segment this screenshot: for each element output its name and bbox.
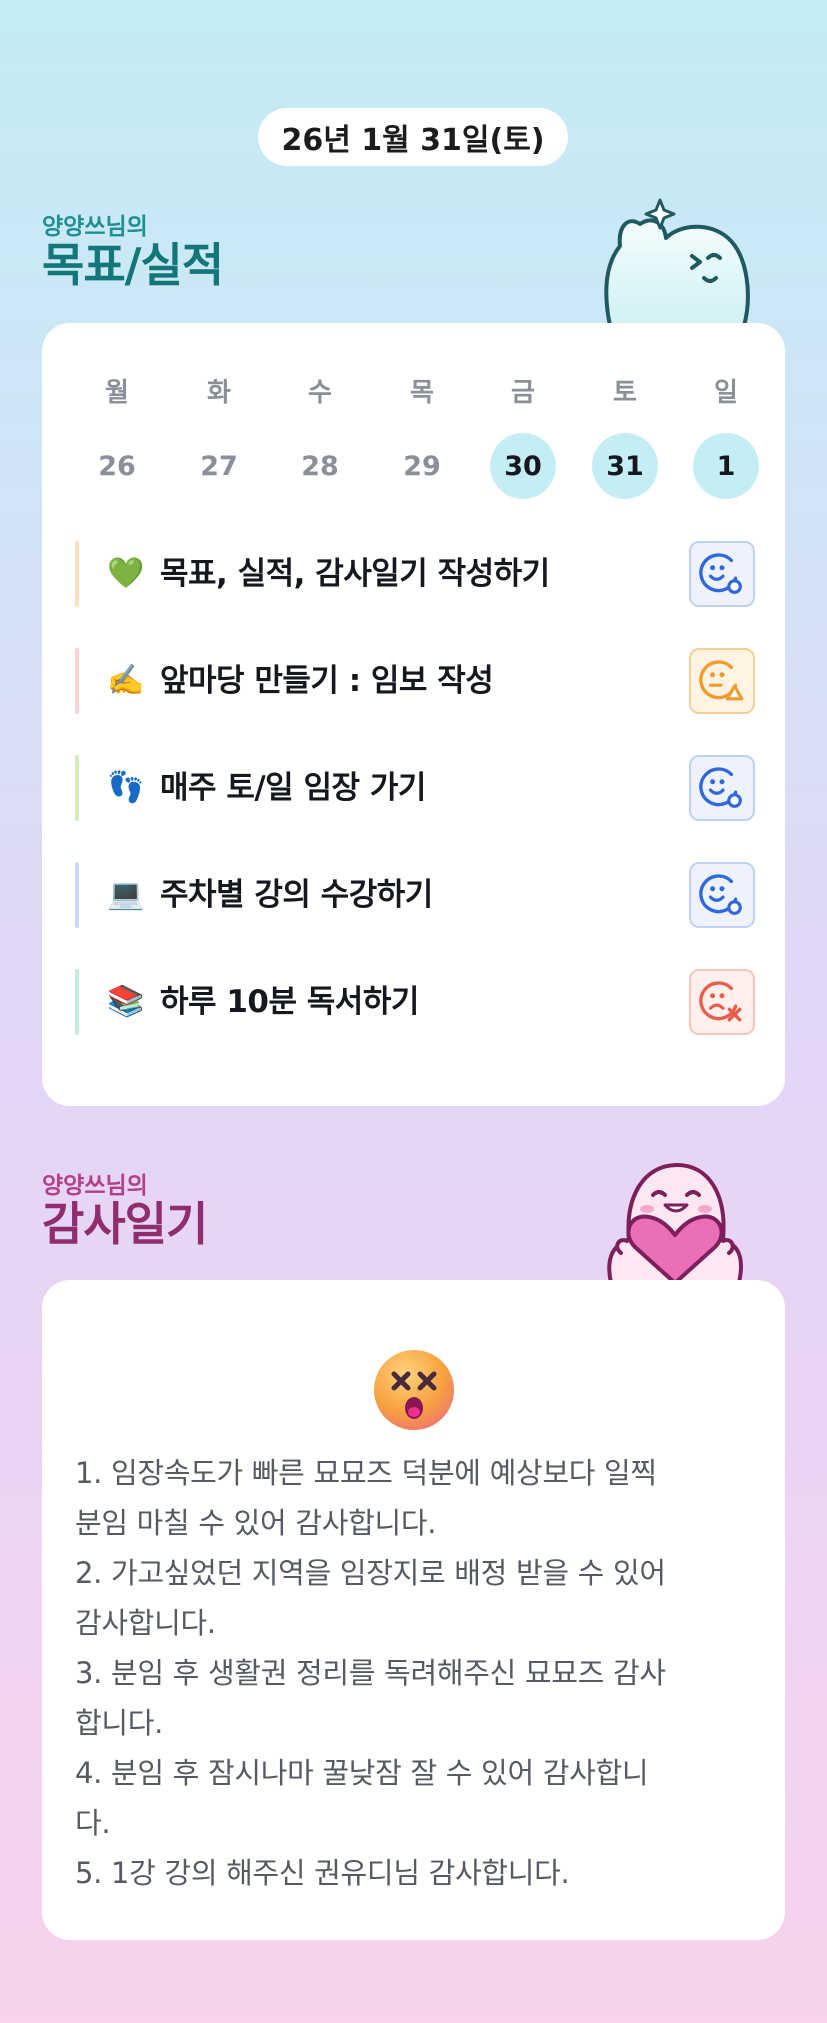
smile-check-icon xyxy=(699,553,742,594)
gratitude-line: 2. 가고싶었던 지역을 임장지로 배정 받을 수 있어 xyxy=(75,1556,666,1590)
gratitude-line: 5. 1강 강의 해주신 권유디님 감사합니다. xyxy=(75,1856,570,1890)
laptop-icon: 💻 xyxy=(107,877,145,912)
day-name: 수 xyxy=(308,378,332,408)
goal-status-button[interactable] xyxy=(689,755,755,821)
day-name: 월 xyxy=(105,378,129,408)
gratitude-line: 감사합니다. xyxy=(75,1606,216,1640)
gratitude-owner-label: 양양쓰님의 xyxy=(42,1173,148,1199)
goal-bar xyxy=(75,862,79,928)
green-heart-icon: 💚 xyxy=(107,556,145,591)
dizzy-face-icon xyxy=(374,1350,454,1430)
goal-status-button[interactable] xyxy=(689,969,755,1035)
goal-item[interactable]: ✍️ 앞마당 만들기 : 임보 작성 xyxy=(75,648,755,714)
mascot-cheer-icon xyxy=(604,198,750,326)
goal-status-button[interactable] xyxy=(689,541,755,607)
day-column[interactable]: 수 28 xyxy=(287,373,353,499)
goal-label: 매주 토/일 임장 가기 xyxy=(160,770,426,806)
goal-label: 주차별 강의 수강하기 xyxy=(160,877,433,913)
goal-card: 월 26 화 27 수 28 목 29 금 30 토 31 일 1 💚 목표, … xyxy=(42,323,785,1106)
day-name: 토 xyxy=(613,378,637,408)
gratitude-text: 1. 임장속도가 빠른 묘묘즈 덕분에 예상보다 일찍 분임 마칠 수 있어 감… xyxy=(75,1448,765,1898)
goal-item[interactable]: 💚 목표, 실적, 감사일기 작성하기 xyxy=(75,541,755,607)
goal-item[interactable]: 💻 주차별 강의 수강하기 xyxy=(75,862,755,928)
mascot-heart-icon xyxy=(607,1163,743,1283)
smile-check-icon xyxy=(699,767,742,808)
gratitude-line: 다. xyxy=(75,1806,111,1840)
date-label: 26년 1월 31일(토) xyxy=(281,123,545,158)
day-name: 일 xyxy=(714,378,738,408)
day-column[interactable]: 화 27 xyxy=(186,373,252,499)
goal-section-header: 양양쓰님의 목표/실적 xyxy=(42,207,224,292)
goal-status-button[interactable] xyxy=(689,648,755,714)
day-number: 27 xyxy=(200,450,238,482)
gratitude-line: 4. 분임 후 잠시나마 꿀낮잠 잘 수 있어 감사합니 xyxy=(75,1756,649,1790)
day-name: 화 xyxy=(207,378,231,408)
day-number: 29 xyxy=(403,450,441,482)
date-pill: 26년 1월 31일(토) xyxy=(258,108,568,166)
smile-check-icon xyxy=(699,874,742,915)
day-column[interactable]: 목 29 xyxy=(389,373,455,499)
day-name: 목 xyxy=(410,378,434,408)
gratitude-section-title: 감사일기 xyxy=(42,1197,208,1251)
goal-bar xyxy=(75,755,79,821)
writing-hand-icon: ✍️ xyxy=(107,663,145,698)
day-column[interactable]: 일 1 xyxy=(693,373,759,499)
goal-owner-label: 양양쓰님의 xyxy=(42,214,148,240)
day-number: 28 xyxy=(301,450,339,482)
goal-item[interactable]: 👣 매주 토/일 임장 가기 xyxy=(75,755,755,821)
gratitude-line: 합니다. xyxy=(75,1706,164,1740)
day-name: 금 xyxy=(511,378,535,408)
goal-bar xyxy=(75,648,79,714)
gratitude-card: 1. 임장속도가 빠른 묘묘즈 덕분에 예상보다 일찍 분임 마칠 수 있어 감… xyxy=(42,1280,785,1940)
books-icon: 📚 xyxy=(107,984,145,1019)
goal-item[interactable]: 📚 하루 10분 독서하기 xyxy=(75,969,755,1035)
day-column[interactable]: 금 30 xyxy=(490,373,556,499)
goal-label: 목표, 실적, 감사일기 작성하기 xyxy=(160,556,550,592)
day-column[interactable]: 월 26 xyxy=(84,373,150,499)
goal-label: 하루 10분 독서하기 xyxy=(160,984,419,1020)
gratitude-line: 3. 분임 후 생활권 정리를 독려해주신 묘묘즈 감사 xyxy=(75,1656,666,1690)
gratitude-line: 1. 임장속도가 빠른 묘묘즈 덕분에 예상보다 일찍 xyxy=(75,1456,657,1490)
goal-bar xyxy=(75,969,79,1035)
goal-status-button[interactable] xyxy=(689,862,755,928)
day-number: 1 xyxy=(693,433,759,499)
goal-section-title: 목표/실적 xyxy=(42,238,224,292)
footprints-icon: 👣 xyxy=(107,770,145,805)
goal-label: 앞마당 만들기 : 임보 작성 xyxy=(160,663,494,699)
day-number: 30 xyxy=(490,433,556,499)
neutral-face-icon xyxy=(699,660,744,701)
gratitude-line: 분임 마칠 수 있어 감사합니다. xyxy=(75,1506,437,1540)
day-number: 31 xyxy=(592,433,658,499)
gratitude-section-header: 양양쓰님의 감사일기 xyxy=(42,1166,208,1251)
day-column[interactable]: 토 31 xyxy=(592,373,658,499)
goal-bar xyxy=(75,541,79,607)
sad-face-icon xyxy=(699,981,742,1022)
day-number: 26 xyxy=(98,450,136,482)
